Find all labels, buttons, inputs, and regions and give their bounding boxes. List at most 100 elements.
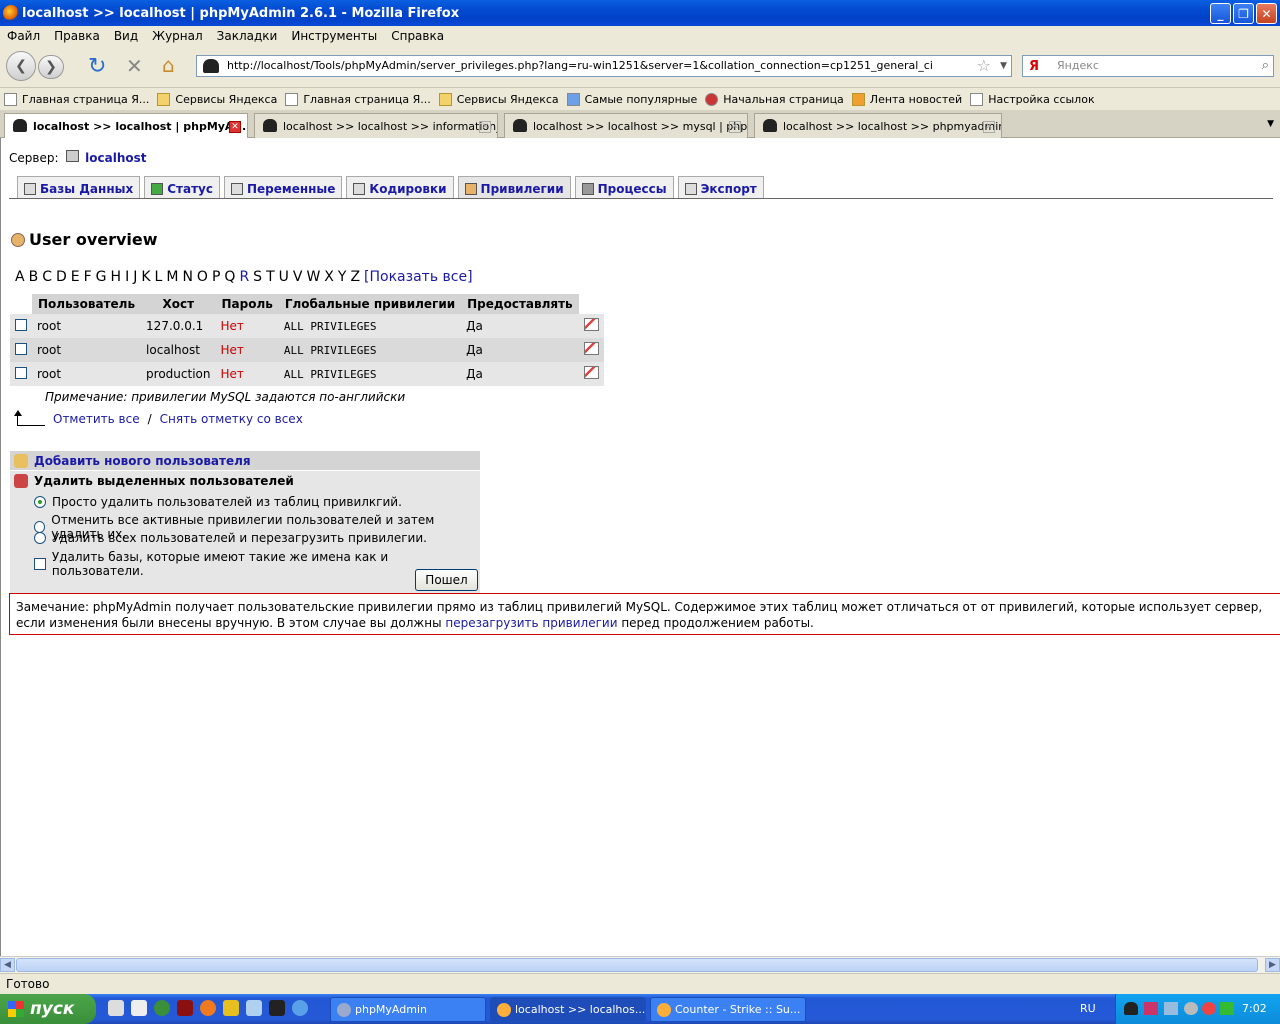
tab-list-icon[interactable]: ▼ xyxy=(1267,119,1274,129)
row-checkbox[interactable] xyxy=(15,342,27,355)
letter-u[interactable]: U xyxy=(279,269,289,285)
quicklaunch-icon[interactable] xyxy=(292,1000,308,1016)
quicklaunch-icon[interactable] xyxy=(131,1000,147,1016)
row-checkbox[interactable] xyxy=(15,366,27,379)
drop-db-option[interactable]: Удалить базы, которые имеют такие же име… xyxy=(34,550,480,578)
letter-v[interactable]: V xyxy=(293,269,303,285)
stop-icon[interactable]: ✕ xyxy=(126,54,143,78)
radio-button[interactable] xyxy=(34,496,46,508)
letter-o[interactable]: O xyxy=(197,269,208,285)
back-button[interactable]: ❮ xyxy=(6,51,36,81)
address-bar[interactable]: http://localhost/Tools/phpMyAdmin/server… xyxy=(196,55,1012,77)
menu-history[interactable]: Журнал xyxy=(152,29,203,43)
taskbar-item-counter-strike[interactable]: Counter - Strike :: Su... xyxy=(650,997,806,1022)
horizontal-scrollbar[interactable]: ◀ ▶ xyxy=(0,956,1280,973)
edit-privileges-icon[interactable] xyxy=(583,342,599,355)
go-button[interactable]: Пошел xyxy=(415,569,478,591)
letter-w[interactable]: W xyxy=(306,269,320,285)
firefox-quicklaunch-icon[interactable] xyxy=(200,1000,216,1016)
edit-privileges-icon[interactable] xyxy=(583,366,599,379)
quicklaunch-icon[interactable] xyxy=(154,1000,170,1016)
bookmark-item[interactable]: Настройка ссылок xyxy=(970,92,1095,106)
letter-a[interactable]: A xyxy=(15,269,25,285)
taskbar-item-phpmyadmin[interactable]: phpMyAdmin xyxy=(330,997,486,1022)
scroll-left-icon[interactable]: ◀ xyxy=(0,958,15,972)
tab-mysql[interactable]: localhost >> localhost >> mysql | php...… xyxy=(504,113,748,138)
letter-j[interactable]: J xyxy=(133,269,137,285)
taskbar-item-firefox[interactable]: localhost >> localhos... xyxy=(490,997,646,1022)
letter-x[interactable]: X xyxy=(324,269,334,285)
radio-button[interactable] xyxy=(34,532,46,544)
start-button[interactable]: пуск xyxy=(0,994,96,1024)
close-button[interactable]: ✕ xyxy=(1256,3,1277,24)
search-input[interactable]: Я Яндекс ⌕ xyxy=(1022,55,1274,77)
letter-m[interactable]: M xyxy=(166,269,178,285)
maximize-button[interactable]: ❐ xyxy=(1233,3,1254,24)
add-user-link[interactable]: Добавить нового пользователя xyxy=(34,454,251,468)
menu-tools[interactable]: Инструменты xyxy=(291,29,377,43)
bookmark-item[interactable]: Лента новостей xyxy=(851,92,962,106)
drop-db-checkbox[interactable] xyxy=(34,558,46,570)
tray-icon[interactable] xyxy=(1184,1002,1198,1015)
search-icon[interactable]: ⌕ xyxy=(1262,56,1269,76)
tab-close-icon[interactable]: ✕ xyxy=(229,121,241,133)
letter-q[interactable]: Q xyxy=(224,269,235,285)
letter-t[interactable]: T xyxy=(266,269,275,285)
tab-phpmyadmin[interactable]: localhost >> localhost >> phpmyadmin... … xyxy=(754,113,1002,138)
letter-r-link[interactable]: R xyxy=(239,269,249,285)
tab-close-icon[interactable]: ✕ xyxy=(983,121,995,133)
menu-help[interactable]: Справка xyxy=(391,29,444,43)
letter-g[interactable]: G xyxy=(96,269,107,285)
scroll-right-icon[interactable]: ▶ xyxy=(1265,958,1280,972)
tab-export[interactable]: Экспорт xyxy=(677,176,764,198)
tab-processes[interactable]: Процессы xyxy=(574,176,674,198)
quicklaunch-icon[interactable] xyxy=(108,1000,124,1016)
language-indicator[interactable]: RU xyxy=(1080,1002,1096,1015)
bookmark-item[interactable]: Самые популярные xyxy=(566,92,697,106)
delete-option-1[interactable]: Просто удалить пользователей из таблиц п… xyxy=(34,495,402,509)
tab-information-schema[interactable]: localhost >> localhost >> information_..… xyxy=(254,113,498,138)
tab-close-icon[interactable]: ✕ xyxy=(729,121,741,133)
scroll-thumb[interactable] xyxy=(16,958,1258,972)
quicklaunch-icon[interactable] xyxy=(177,1000,193,1016)
bookmark-item[interactable]: Сервисы Яндекса xyxy=(438,92,559,106)
server-link[interactable]: localhost xyxy=(85,151,146,165)
letter-s[interactable]: S xyxy=(253,269,262,285)
bookmark-item[interactable]: Главная страница Я... xyxy=(4,92,149,106)
menu-file[interactable]: Файл xyxy=(7,29,40,43)
quicklaunch-icon[interactable] xyxy=(246,1000,262,1016)
row-checkbox[interactable] xyxy=(15,318,27,331)
tab-variables[interactable]: Переменные xyxy=(223,176,343,198)
reload-icon[interactable]: ↻ xyxy=(88,54,106,79)
home-icon[interactable]: ⌂ xyxy=(162,53,175,77)
url-dropdown-icon[interactable]: ▼ xyxy=(1000,56,1007,76)
letter-c[interactable]: C xyxy=(42,269,52,285)
menu-edit[interactable]: Правка xyxy=(54,29,100,43)
letter-k[interactable]: K xyxy=(141,269,150,285)
menu-view[interactable]: Вид xyxy=(114,29,138,43)
star-icon[interactable]: ☆ xyxy=(977,56,991,76)
menu-bookmarks[interactable]: Закладки xyxy=(217,29,278,43)
bookmark-item[interactable]: Главная страница Я... xyxy=(285,92,431,106)
letter-e[interactable]: E xyxy=(71,269,80,285)
tray-icon[interactable] xyxy=(1202,1002,1216,1015)
bookmark-item[interactable]: Начальная страница xyxy=(705,92,844,106)
letter-f[interactable]: F xyxy=(84,269,92,285)
quicklaunch-icon[interactable] xyxy=(269,1000,285,1016)
letter-d[interactable]: D xyxy=(56,269,67,285)
quicklaunch-icon[interactable] xyxy=(223,1000,239,1016)
letter-p[interactable]: P xyxy=(212,269,220,285)
letter-y[interactable]: Y xyxy=(338,269,347,285)
tab-privileges[interactable]: Привилегии xyxy=(457,176,571,198)
delete-option-3[interactable]: Удалить всех пользователей и перезагрузи… xyxy=(34,531,427,545)
tab-charsets[interactable]: Кодировки xyxy=(346,176,454,198)
reload-privileges-link[interactable]: перезагрузить привилегии xyxy=(445,616,617,630)
letter-h[interactable]: H xyxy=(111,269,122,285)
check-all-link[interactable]: Отметить все xyxy=(53,412,140,426)
minimize-button[interactable]: _ xyxy=(1210,3,1231,24)
letter-l[interactable]: L xyxy=(155,269,163,285)
uncheck-all-link[interactable]: Снять отметку со всех xyxy=(160,412,303,426)
tray-icon[interactable] xyxy=(1144,1002,1158,1015)
tab-active[interactable]: localhost >> localhost | phpMyA... ✕ xyxy=(4,113,248,139)
tray-icon[interactable] xyxy=(1220,1002,1234,1015)
